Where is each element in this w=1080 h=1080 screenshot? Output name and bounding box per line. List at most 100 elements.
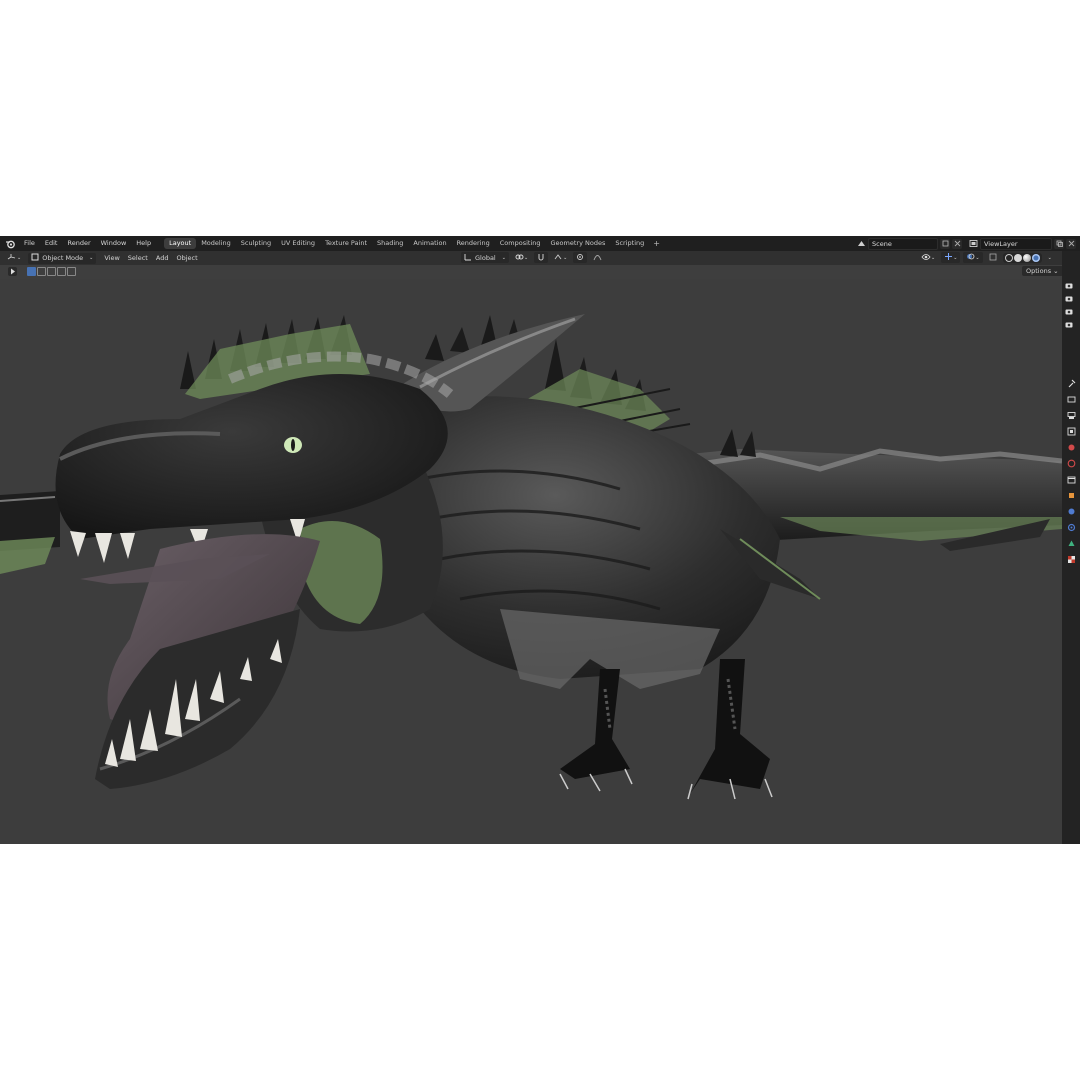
select-new-icon[interactable] [27, 267, 36, 276]
material-preview-icon[interactable] [1022, 253, 1031, 262]
menu-object[interactable]: Object [172, 254, 201, 262]
tab-scripting[interactable]: Scripting [610, 238, 649, 249]
modifier-icon[interactable] [1066, 506, 1076, 516]
select-intersect-icon[interactable] [67, 267, 76, 276]
viewport-gizmo-column [1064, 280, 1074, 329]
tab-modeling[interactable]: Modeling [196, 238, 236, 249]
editor-type-button[interactable]: ⌄ [4, 253, 24, 264]
tab-animation[interactable]: Animation [408, 238, 451, 249]
object-mode-icon [31, 253, 39, 263]
properties-tabs [1066, 378, 1076, 564]
tab-shading[interactable]: Shading [372, 238, 408, 249]
object-icon[interactable] [1066, 490, 1076, 500]
shading-options-button[interactable]: ⌄ [1045, 252, 1055, 263]
3d-viewport-icon [7, 253, 16, 264]
visibility-button[interactable]: ⌄ [918, 252, 938, 263]
top-bar: File Edit Render Window Help Layout Mode… [0, 236, 1080, 251]
view-layer-name: ViewLayer [984, 239, 1018, 248]
view-layer-field[interactable]: ViewLayer [980, 237, 1052, 250]
camera-icon[interactable] [1064, 280, 1074, 290]
camera-icon[interactable] [1064, 319, 1074, 329]
axis-icon [464, 253, 472, 263]
blender-logo-icon[interactable] [4, 238, 16, 250]
magnet-icon [537, 253, 545, 263]
transform-orientation-selector[interactable]: Global ⌄ [461, 252, 509, 263]
proportional-editing-toggle[interactable] [573, 252, 588, 263]
chevron-down-icon: ⌄ [975, 254, 980, 261]
camera-icon[interactable] [1064, 306, 1074, 316]
overlays-toggle[interactable]: ⌄ [963, 252, 983, 263]
tab-geometry-nodes[interactable]: Geometry Nodes [546, 238, 611, 249]
output-icon[interactable] [1066, 410, 1076, 420]
tab-compositing[interactable]: Compositing [495, 238, 546, 249]
viewport-display-tools: ⌄ ⌄ ⌄ ⌄ [918, 252, 1055, 263]
menu-window[interactable]: Window [96, 236, 132, 251]
chevron-down-icon: ⌄ [953, 254, 958, 261]
view-layer-icon[interactable] [1066, 426, 1076, 436]
snap-target-button[interactable]: ⌄ [551, 252, 570, 263]
chevron-down-icon: ⌄ [523, 254, 529, 261]
menu-add[interactable]: Add [152, 254, 173, 262]
render-icon[interactable] [1066, 394, 1076, 404]
pivot-icon [515, 253, 524, 263]
scene-icon[interactable] [1066, 442, 1076, 452]
left-wing [0, 491, 60, 574]
tab-texture-paint[interactable]: Texture Paint [320, 238, 372, 249]
select-subtract-icon[interactable] [47, 267, 56, 276]
select-tool-icon[interactable] [8, 267, 17, 276]
camera-icon[interactable] [1064, 293, 1074, 303]
scene-name-field[interactable]: Scene [868, 237, 938, 250]
close-icon[interactable] [952, 238, 962, 249]
scene-icon[interactable] [856, 239, 866, 249]
physics-icon[interactable] [1066, 522, 1076, 532]
menu-edit[interactable]: Edit [40, 236, 63, 251]
solid-shading-icon[interactable] [1013, 253, 1022, 262]
dragon-render [0, 314, 1062, 800]
texture-icon[interactable] [1066, 554, 1076, 564]
tool-icon[interactable] [1066, 378, 1076, 388]
pivot-point-button[interactable]: ⌄ [512, 252, 531, 263]
tab-layout[interactable]: Layout [164, 238, 197, 249]
menu-view[interactable]: View [100, 254, 123, 262]
duplicate-icon[interactable] [1054, 238, 1064, 249]
pin-icon[interactable] [940, 238, 950, 249]
menu-render[interactable]: Render [62, 236, 95, 251]
xray-icon [989, 253, 997, 263]
snap-toggle[interactable] [534, 252, 549, 263]
select-invert-icon[interactable] [57, 267, 66, 276]
tab-rendering[interactable]: Rendering [452, 238, 495, 249]
mode-selector[interactable]: Object Mode ⌄ [28, 252, 97, 264]
tab-uv-editing[interactable]: UV Editing [276, 238, 320, 249]
gizmos-toggle[interactable]: ⌄ [941, 252, 961, 263]
world-icon[interactable] [1066, 458, 1076, 468]
tool-settings-row [0, 265, 1062, 278]
falloff-icon [593, 253, 602, 263]
menu-file[interactable]: File [19, 236, 40, 251]
scene-name: Scene [872, 239, 892, 248]
data-icon[interactable] [1066, 538, 1076, 548]
wireframe-shading-icon[interactable] [1004, 253, 1013, 262]
close-icon[interactable] [1066, 238, 1076, 249]
xray-toggle[interactable] [986, 252, 1000, 263]
shading-mode-group [1002, 252, 1042, 263]
select-extend-icon[interactable] [37, 267, 46, 276]
view-layer-icon[interactable] [968, 239, 978, 249]
3d-viewport[interactable] [0, 279, 1062, 844]
rendered-shading-icon[interactable] [1031, 253, 1040, 262]
falloff-button[interactable] [590, 252, 605, 263]
viewport-header: ⌄ Object Mode ⌄ View Select Add Object G… [0, 251, 1062, 265]
transform-tools: Global ⌄ ⌄ ⌄ [461, 252, 605, 263]
options-button[interactable]: Options ⌄ [1022, 266, 1063, 276]
proportional-icon [576, 253, 584, 263]
chevron-down-icon: ⌄ [89, 255, 94, 261]
chevron-down-icon: ⌄ [1047, 254, 1052, 261]
add-workspace-button[interactable]: + [649, 239, 664, 248]
menu-help[interactable]: Help [131, 236, 156, 251]
workspace-tabs: Layout Modeling Sculpting UV Editing Tex… [164, 238, 664, 249]
chevron-down-icon: ⌄ [17, 255, 22, 261]
gizmo-icon [944, 252, 953, 263]
tab-sculpting[interactable]: Sculpting [236, 238, 276, 249]
collection-icon[interactable] [1066, 474, 1076, 484]
mode-label: Object Mode [42, 254, 84, 262]
menu-select[interactable]: Select [124, 254, 152, 262]
